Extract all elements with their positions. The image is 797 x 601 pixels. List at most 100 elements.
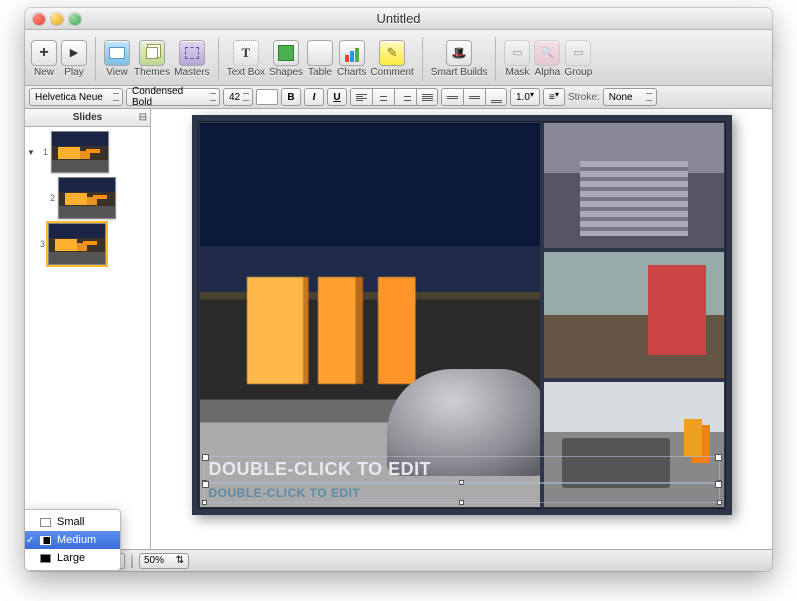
group-button[interactable]: Group — [564, 40, 592, 78]
subtitle-text-box[interactable]: DOUBLE-CLICK TO EDIT — [204, 483, 720, 503]
masters-button[interactable]: Masters — [174, 40, 210, 78]
mask-button[interactable]: Mask — [504, 40, 530, 78]
photo-placeholder[interactable] — [200, 123, 540, 507]
shapes-label: Shapes — [269, 67, 303, 78]
valign-top-button[interactable] — [441, 88, 463, 106]
italic-button[interactable]: I — [304, 88, 324, 106]
plus-icon — [31, 40, 57, 66]
zoom-select[interactable]: 50% ⇅ — [139, 553, 189, 569]
separator — [218, 37, 219, 81]
resize-handle[interactable] — [202, 500, 207, 505]
table-button[interactable]: Table — [307, 40, 333, 78]
menu-item-label: Small — [57, 516, 85, 528]
new-label: New — [34, 67, 54, 78]
content-area: Slides ▼ 1 2 3 — [25, 109, 772, 549]
size-swatch-icon — [40, 554, 51, 563]
textbox-button[interactable]: Text Box — [227, 40, 265, 78]
stroke-select[interactable]: None — [603, 88, 657, 106]
valign-bottom-button[interactable] — [485, 88, 507, 106]
size-swatch-icon — [40, 536, 51, 545]
thumbnail-size-menu: Small ✓Medium Large — [25, 509, 121, 571]
slide-thumbnail[interactable] — [51, 131, 109, 173]
slide[interactable]: DOUBLE-CLICK TO EDIT DOUBLE-CLICK TO EDI… — [192, 115, 732, 515]
window-title: Untitled — [25, 11, 772, 26]
resize-handle[interactable] — [459, 500, 464, 505]
status-bar: ▸ 50%⇅ Small ✓Medium Large — [25, 549, 772, 571]
photo-placeholder[interactable] — [544, 123, 724, 248]
comment-button[interactable]: Comment — [370, 40, 413, 78]
font-style-select[interactable]: Condensed Bold — [126, 88, 220, 106]
charts-button[interactable]: Charts — [337, 40, 366, 78]
play-label: Play — [64, 67, 83, 78]
separator — [422, 37, 423, 81]
slide-thumbnail-row[interactable]: 2 — [27, 177, 148, 219]
view-label: View — [106, 67, 128, 78]
slide-thumbnail[interactable] — [58, 177, 116, 219]
stepper-icon: ⇅ — [176, 555, 184, 566]
photo-placeholder[interactable] — [544, 252, 724, 377]
disclosure-triangle-icon[interactable]: ▼ — [27, 148, 35, 157]
slide-number: 2 — [45, 193, 55, 203]
canvas[interactable]: DOUBLE-CLICK TO EDIT DOUBLE-CLICK TO EDI… — [151, 109, 772, 549]
shapes-button[interactable]: Shapes — [269, 40, 303, 78]
align-justify-button[interactable] — [416, 88, 438, 106]
charts-label: Charts — [337, 67, 366, 78]
stroke-label: Stroke: — [568, 92, 600, 103]
h-align-group — [350, 88, 438, 106]
app-window: Untitled New Play View Themes Masters Te… — [25, 8, 772, 571]
underline-button[interactable]: U — [327, 88, 347, 106]
title-placeholder-text: DOUBLE-CLICK TO EDIT — [209, 459, 432, 479]
textbox-label: Text Box — [227, 67, 265, 78]
subtitle-placeholder-text: DOUBLE-CLICK TO EDIT — [209, 486, 361, 500]
comment-label: Comment — [370, 67, 413, 78]
smartbuilds-icon — [446, 40, 472, 66]
themes-button[interactable]: Themes — [134, 40, 170, 78]
valign-middle-button[interactable] — [463, 88, 485, 106]
slide-thumbnail-row[interactable]: 3 — [27, 223, 148, 265]
view-icon — [104, 40, 130, 66]
toolbar: New Play View Themes Masters Text Box Sh… — [25, 30, 772, 86]
smartbuilds-button[interactable]: Smart Builds — [431, 40, 488, 78]
align-left-button[interactable] — [350, 88, 372, 106]
view-button[interactable]: View — [104, 40, 130, 78]
size-swatch-icon — [40, 518, 51, 527]
masters-label: Masters — [174, 67, 210, 78]
slide-number: 3 — [35, 239, 45, 249]
menu-item-medium[interactable]: ✓Medium — [25, 531, 120, 549]
zoom-value: 50% — [144, 555, 164, 566]
align-center-button[interactable] — [372, 88, 394, 106]
alpha-button[interactable]: Alpha — [534, 40, 560, 78]
format-bar: Helvetica Neue Condensed Bold 42 B I U 1… — [25, 86, 772, 109]
slides-header[interactable]: Slides — [25, 109, 150, 127]
alpha-icon — [534, 40, 560, 66]
title-text-box[interactable]: DOUBLE-CLICK TO EDIT — [204, 456, 720, 483]
resize-handle[interactable] — [717, 500, 722, 505]
menu-item-small[interactable]: Small — [25, 513, 120, 531]
slide-thumbnail[interactable] — [48, 223, 106, 265]
checkmark-icon: ✓ — [26, 535, 34, 546]
line-spacing-select[interactable]: 1.0 — [510, 88, 540, 106]
themes-label: Themes — [134, 67, 170, 78]
mask-icon — [504, 40, 530, 66]
table-icon — [307, 40, 333, 66]
columns-select[interactable]: ≡ — [543, 88, 565, 106]
slide-number: 1 — [38, 147, 48, 157]
play-button[interactable]: Play — [61, 40, 87, 78]
textbox-icon — [233, 40, 259, 66]
slide-thumbnail-row[interactable]: ▼ 1 — [27, 131, 148, 173]
new-button[interactable]: New — [31, 40, 57, 78]
align-right-button[interactable] — [394, 88, 416, 106]
font-size-select[interactable]: 42 — [223, 88, 253, 106]
font-family-select[interactable]: Helvetica Neue — [29, 88, 123, 106]
splitter-handle[interactable] — [131, 554, 133, 568]
text-color-swatch[interactable] — [256, 89, 278, 105]
bold-button[interactable]: B — [281, 88, 301, 106]
themes-icon — [139, 40, 165, 66]
shapes-icon — [273, 40, 299, 66]
titlebar[interactable]: Untitled — [25, 8, 772, 30]
alpha-label: Alpha — [535, 67, 561, 78]
play-icon — [61, 40, 87, 66]
separator — [95, 37, 96, 81]
mask-label: Mask — [506, 67, 530, 78]
menu-item-large[interactable]: Large — [25, 549, 120, 567]
